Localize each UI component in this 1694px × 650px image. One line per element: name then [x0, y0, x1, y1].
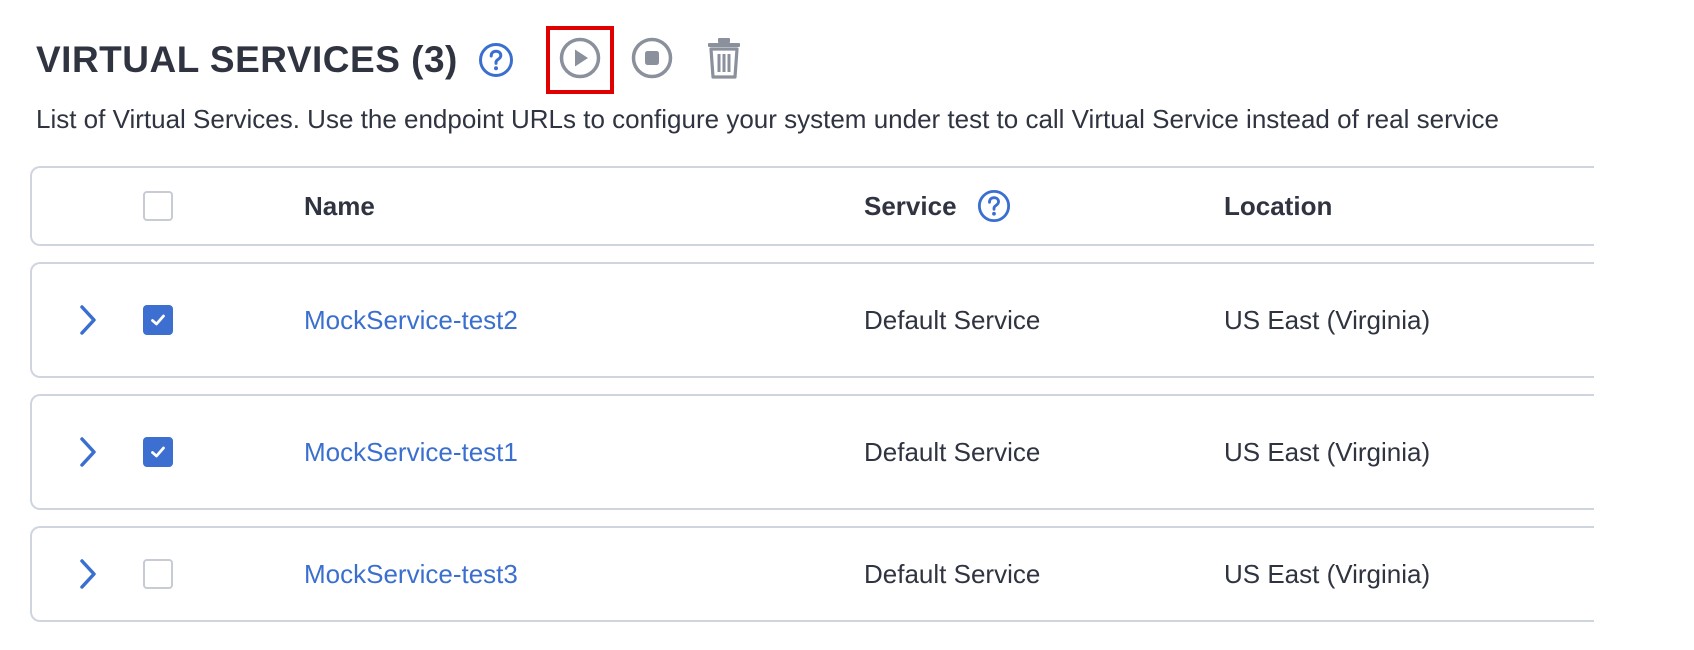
table-row: MockService-test2 Default Service US Eas… [30, 262, 1594, 378]
chevron-right-icon[interactable] [76, 557, 100, 591]
location-cell: US East (Virginia) [1224, 304, 1431, 335]
row-checkbox[interactable] [143, 305, 173, 335]
play-icon [558, 36, 602, 85]
table-row: MockService-test3 Default Service US Eas… [30, 526, 1594, 622]
location-cell: US East (Virginia) [1224, 558, 1431, 589]
table-header-row: Name Service Location [30, 166, 1594, 246]
location-cell: US East (Virginia) [1224, 436, 1431, 467]
row-select-cell [143, 264, 173, 376]
expand-cell [76, 264, 100, 376]
column-header-service: Service [864, 168, 1011, 244]
chevron-right-icon[interactable] [76, 303, 100, 337]
chevron-right-icon[interactable] [76, 435, 100, 469]
virtual-services-table: Name Service Location MockService-test2 … [30, 166, 1630, 622]
page-header: VIRTUAL SERVICES (3) [36, 26, 762, 94]
select-all-checkbox[interactable] [143, 191, 173, 221]
service-cell: Default Service [864, 436, 1041, 467]
trash-icon [704, 36, 744, 85]
column-header-service-label[interactable]: Service [864, 191, 957, 222]
service-name-link[interactable]: MockService-test3 [304, 559, 518, 590]
help-icon[interactable] [478, 42, 514, 78]
row-checkbox[interactable] [143, 437, 173, 467]
service-help-icon[interactable] [977, 189, 1011, 223]
row-checkbox[interactable] [143, 559, 173, 589]
page-description: List of Virtual Services. Use the endpoi… [36, 104, 1499, 134]
select-all-cell [143, 168, 173, 244]
row-select-cell [143, 528, 173, 620]
column-header-name[interactable]: Name [304, 168, 375, 244]
column-header-location[interactable]: Location [1224, 168, 1332, 244]
toolbar [545, 26, 762, 94]
service-name-link[interactable]: MockService-test1 [304, 437, 518, 468]
service-cell: Default Service [864, 558, 1041, 589]
expand-cell [76, 528, 100, 620]
service-cell: Default Service [864, 304, 1041, 335]
expand-cell [76, 396, 100, 508]
service-name-link[interactable]: MockService-test2 [304, 305, 518, 336]
start-button[interactable] [545, 26, 614, 94]
name-cell: MockService-test2 [304, 264, 518, 376]
stop-button[interactable] [618, 26, 686, 94]
table-row: MockService-test1 Default Service US Eas… [30, 394, 1594, 510]
checkmark-icon [151, 314, 165, 326]
row-select-cell [143, 396, 173, 508]
name-cell: MockService-test1 [304, 396, 518, 508]
checkmark-icon [151, 446, 165, 458]
page-title: VIRTUAL SERVICES (3) [36, 39, 458, 80]
stop-icon [630, 36, 674, 85]
delete-button[interactable] [690, 26, 758, 94]
name-cell: MockService-test3 [304, 528, 518, 620]
